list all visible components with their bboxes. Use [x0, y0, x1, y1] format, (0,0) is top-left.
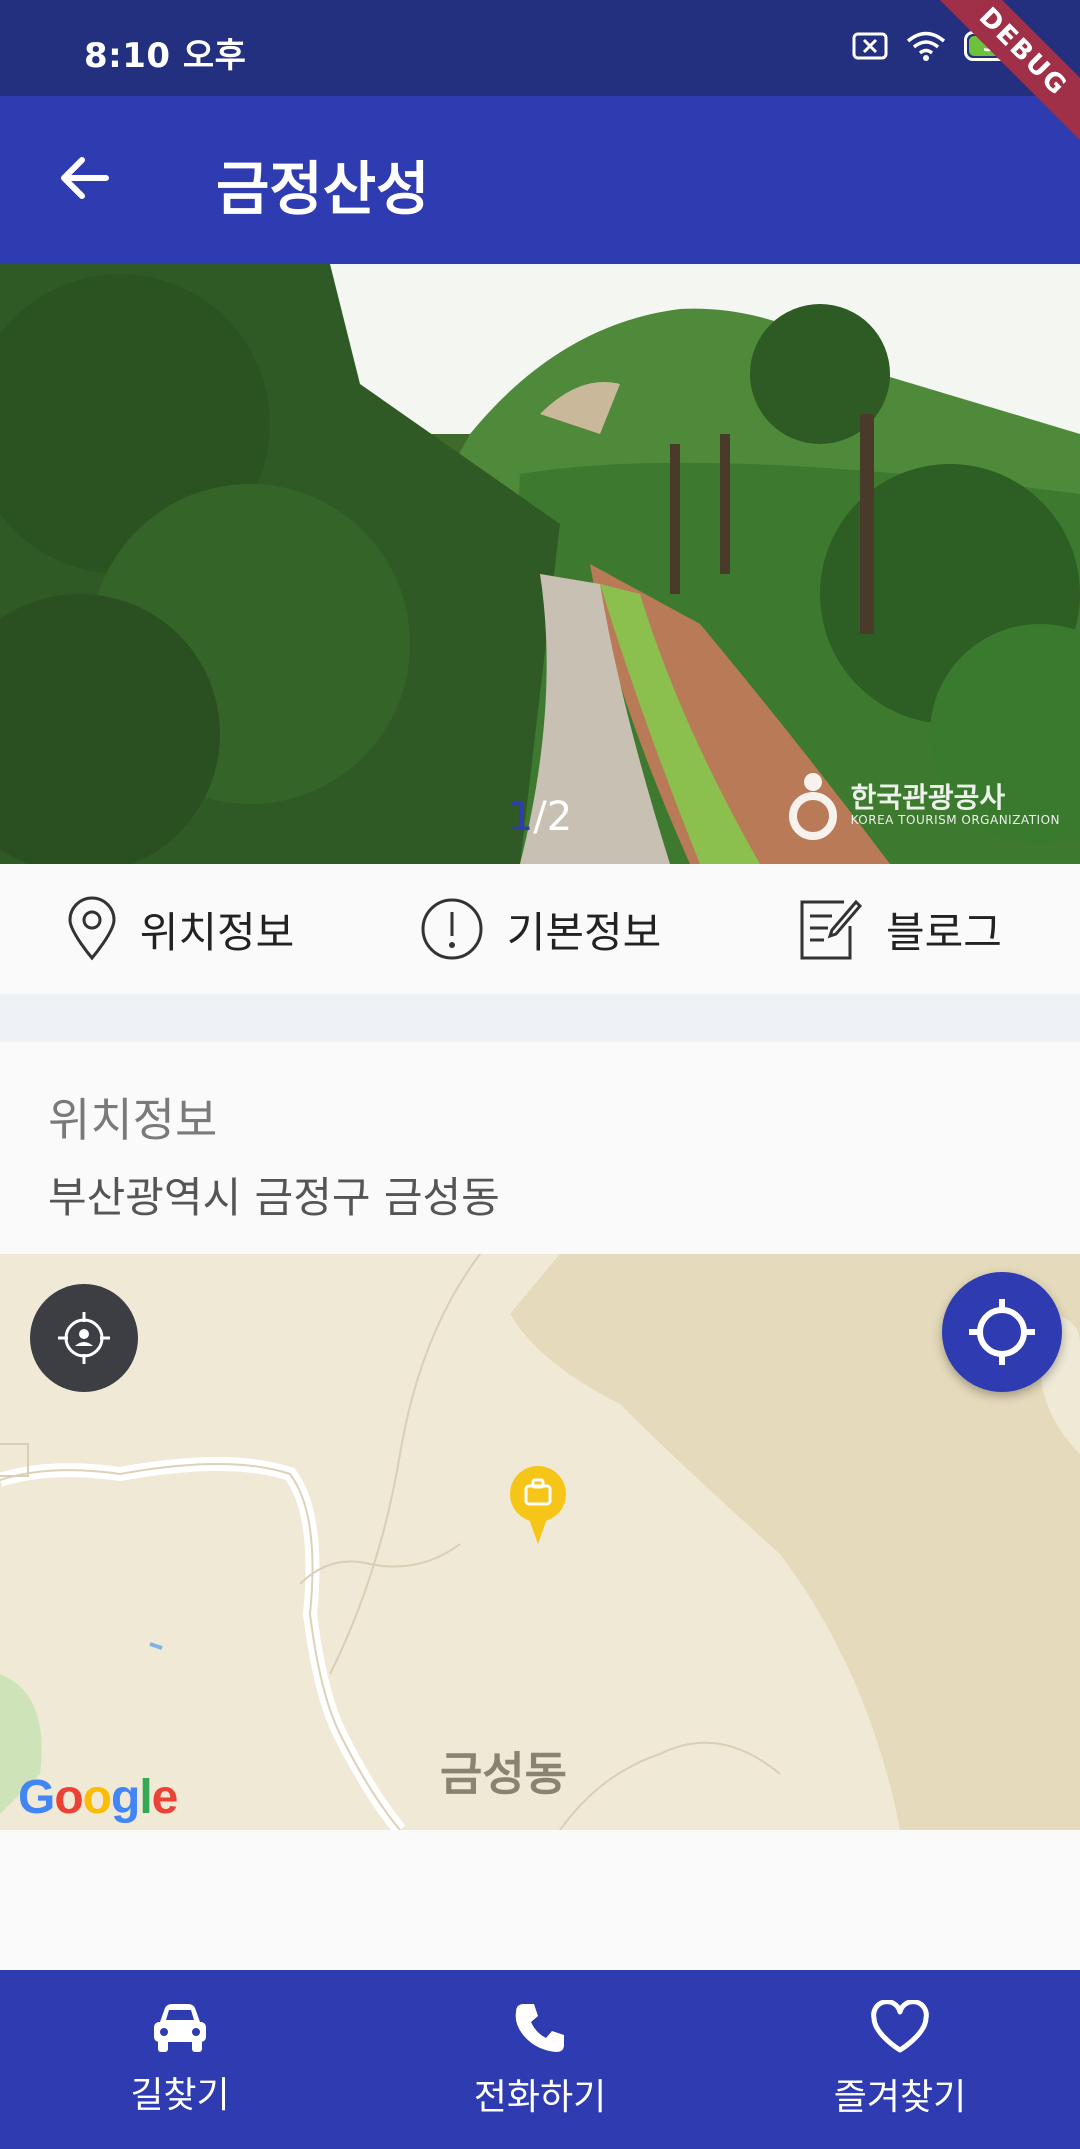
tab-label: 위치정보	[139, 907, 295, 957]
google-logo: Google	[18, 1771, 178, 1824]
map-place-label: 금성동	[440, 1747, 567, 1801]
location-section: 위치정보 부산광역시 금정구 금성동	[0, 1042, 1080, 1254]
nav-label: 길찾기	[130, 2074, 230, 2116]
heart-icon	[871, 1999, 929, 2052]
watermark-text: 한국관광공사	[850, 781, 1006, 814]
gps-crosshair-icon	[969, 1299, 1035, 1365]
section-divider	[0, 994, 1080, 1042]
app-bar: 금정산성	[0, 96, 1080, 264]
status-time: 8:10 오후	[84, 36, 247, 76]
car-icon	[154, 2003, 206, 2052]
info-tabs: 위치정보 기본정보 블로그	[0, 864, 1080, 994]
bottom-nav: 길찾기 전화하기 즐겨찾기	[0, 1970, 1080, 2149]
tab-label: 기본정보	[506, 907, 662, 957]
tab-basic-info[interactable]: 기본정보	[360, 864, 720, 994]
location-pin-icon	[68, 896, 116, 961]
photo-watermark: 한국관광공사 KOREA TOURISM ORGANIZATION	[783, 770, 1060, 840]
section-title: 위치정보	[48, 1093, 218, 1147]
watermark-subtext: KOREA TOURISM ORGANIZATION	[850, 813, 1060, 827]
nav-directions-button[interactable]: 길찾기	[0, 1970, 360, 2149]
page-title: 금정산성	[216, 155, 430, 223]
wifi-icon	[906, 31, 946, 61]
edit-note-icon	[800, 899, 863, 960]
tab-location-info[interactable]: 위치정보	[0, 864, 360, 994]
page-current: 1	[507, 794, 534, 840]
tab-label: 블로그	[886, 907, 1002, 957]
phone-icon	[515, 2003, 564, 2052]
nav-label: 즐겨찾기	[833, 2076, 967, 2118]
map-view[interactable]: 금성동 Google	[0, 1254, 1080, 1830]
person-target-icon	[58, 1312, 110, 1364]
page-total: 2	[546, 794, 573, 840]
page-separator: /	[533, 794, 547, 840]
gps-locate-button[interactable]	[942, 1272, 1062, 1392]
photo-carousel[interactable]: 1/2 한국관광공사 KOREA TOURISM ORGANIZATION	[0, 264, 1080, 864]
kto-logo-icon	[788, 773, 837, 840]
nav-label: 전화하기	[473, 2076, 607, 2118]
map-marker-icon[interactable]	[508, 1466, 568, 1546]
notification-cleared-icon	[852, 32, 888, 60]
address-text: 부산광역시 금정구 금성동	[48, 1173, 500, 1222]
my-location-button[interactable]	[30, 1284, 138, 1392]
info-circle-icon	[421, 898, 483, 960]
tab-blog[interactable]: 블로그	[720, 864, 1080, 994]
nav-favorite-button[interactable]: 즐겨찾기	[720, 1970, 1080, 2149]
nav-call-button[interactable]: 전화하기	[360, 1970, 720, 2149]
status-bar: 8:10 오후 97 DEBUG	[0, 0, 1080, 149]
arrow-left-icon	[61, 157, 109, 199]
back-button[interactable]	[44, 138, 124, 218]
